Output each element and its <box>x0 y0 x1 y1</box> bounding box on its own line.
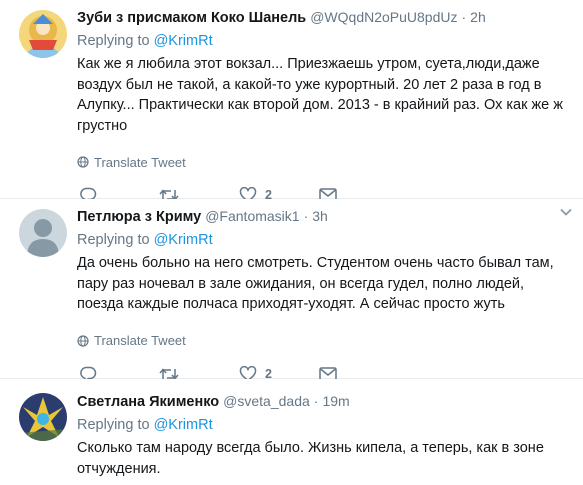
translate-label: Translate Tweet <box>94 333 186 348</box>
display-name[interactable]: Светлана Якименко <box>77 391 219 412</box>
translate-tweet-link[interactable]: Translate Tweet <box>77 154 569 170</box>
separator-dot: · <box>303 208 309 224</box>
display-name[interactable]: Петлюра з Криму <box>77 206 201 227</box>
tweet[interactable]: Зуби з присмаком Коко Шанель @WQqdN2oPuU… <box>0 0 583 203</box>
avatar-image <box>19 10 67 58</box>
default-avatar-image <box>19 209 67 257</box>
replying-to: Replying to @KrimRt <box>77 416 569 434</box>
avatar[interactable] <box>19 209 67 257</box>
replying-label: Replying to <box>77 232 150 248</box>
user-handle[interactable]: @Fantomasik1 <box>205 205 299 227</box>
tweet-text: Да очень больно на него смотреть. Студен… <box>77 255 554 312</box>
replying-label: Replying to <box>77 33 150 49</box>
replying-to: Replying to @KrimRt <box>77 231 569 249</box>
tweet-text: Как же я любила этот вокзал... Приезжаеш… <box>77 56 563 134</box>
replying-label: Replying to <box>77 417 150 433</box>
globe-icon <box>77 334 89 347</box>
reply-to-link[interactable]: @KrimRt <box>154 232 213 248</box>
tweet-header: Зуби з присмаком Коко Шанель @WQqdN2oPuU… <box>77 6 569 28</box>
timestamp[interactable]: 19m <box>322 390 349 412</box>
tweet-header: Петлюра з Криму @Fantomasik1 · 3h <box>77 205 569 227</box>
separator-dot: · <box>461 9 467 25</box>
reply-to-link[interactable]: @KrimRt <box>154 33 213 49</box>
user-handle[interactable]: @sveta_dada <box>223 390 310 412</box>
avatar-image <box>19 393 67 441</box>
translate-tweet-link[interactable]: Translate Tweet <box>77 333 569 349</box>
translate-label: Translate Tweet <box>94 154 186 170</box>
user-handle[interactable]: @WQqdN2oPuU8pdUz <box>310 6 457 28</box>
reply-to-link[interactable]: @KrimRt <box>154 417 213 433</box>
tweet-header: Светлана Якименко @sveta_dada · 19m <box>77 390 569 412</box>
tweet[interactable]: Светлана Якименко @sveta_dada · 19m Repl… <box>0 379 583 485</box>
separator-dot: · <box>313 393 319 409</box>
avatar[interactable] <box>19 393 67 441</box>
tweet-text: Сколько там народу всегда было. Жизнь ки… <box>77 440 544 477</box>
timestamp[interactable]: 2h <box>470 6 486 28</box>
tweet[interactable]: Петлюра з Криму @Fantomasik1 · 3h Replyi… <box>0 199 583 382</box>
timestamp[interactable]: 3h <box>312 205 328 227</box>
replying-to: Replying to @KrimRt <box>77 32 569 50</box>
globe-icon <box>77 156 89 168</box>
display-name[interactable]: Зуби з присмаком Коко Шанель <box>77 7 306 28</box>
avatar[interactable] <box>19 10 67 58</box>
